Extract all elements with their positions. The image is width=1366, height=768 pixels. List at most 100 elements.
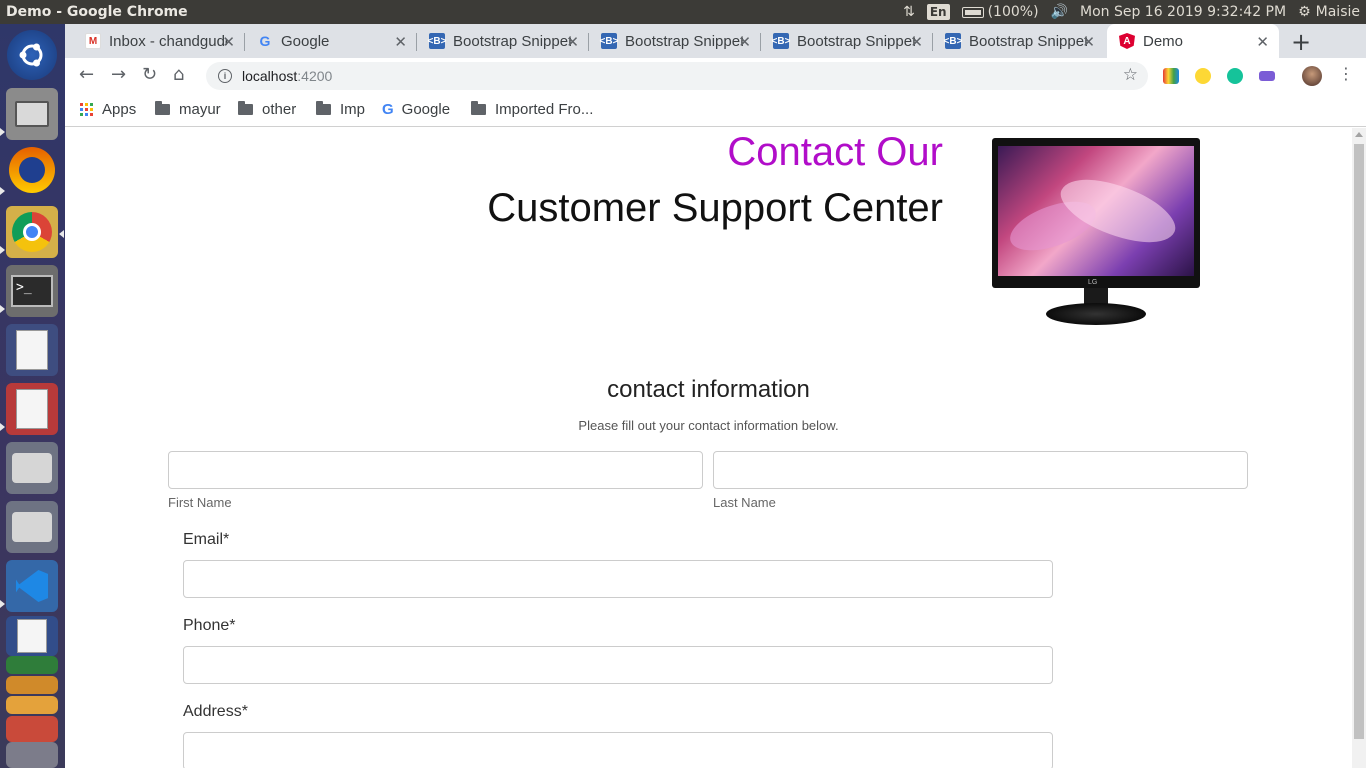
back-button[interactable]: ← [79, 64, 94, 85]
bookmark-apps[interactable]: Apps [80, 101, 136, 118]
keyboard-language-indicator[interactable]: En [926, 4, 950, 20]
bookmark-folder-imported[interactable]: Imported Fro... [471, 101, 593, 118]
folder-icon [155, 101, 170, 115]
bookmark-google[interactable]: G Google [382, 101, 450, 118]
tab-bootstrap-snippets[interactable]: <B> Bootstrap Snippets ✕ [417, 24, 589, 58]
heading-customer-support-center: Customer Support Center [487, 186, 943, 230]
bookmark-label: other [262, 101, 297, 118]
last-name-label: Last Name [713, 495, 776, 510]
bookmark-folder-other[interactable]: other [238, 101, 296, 118]
software-center-icon[interactable] [6, 716, 58, 742]
address-field[interactable] [183, 732, 1053, 768]
close-icon[interactable]: ✕ [222, 33, 235, 51]
reload-button[interactable]: ↻ [142, 64, 157, 85]
bookmark-label: Google [401, 101, 451, 118]
bookmark-label: Imported Fro... [495, 101, 594, 118]
url-host: localhost [242, 68, 298, 84]
window-title: Demo - Google Chrome [6, 4, 188, 20]
section-subtitle: Please fill out your contact information… [578, 418, 839, 433]
heading-contact-our: Contact Our [727, 130, 943, 174]
address-label: Address* [183, 703, 248, 720]
disk-drive-icon[interactable] [6, 501, 58, 553]
volume-icon[interactable]: 🔊 [1051, 4, 1068, 20]
close-icon[interactable]: ✕ [738, 33, 751, 51]
folder-icon [471, 101, 486, 115]
bootstrap-icon: <B> [944, 33, 962, 49]
tab-bootstrap-snippets[interactable]: <B> Bootstrap Snippets ✕ [761, 24, 933, 58]
moon-extension-icon[interactable] [1195, 68, 1211, 84]
page-content: Contact Our Customer Support Center LG c… [65, 128, 1352, 768]
tab-google[interactable]: G Google ✕ [245, 24, 417, 58]
tab-label: Inbox - chandgude [109, 32, 227, 50]
angular-icon: A [1119, 33, 1135, 49]
phone-field[interactable] [183, 646, 1053, 684]
keyboard-extension-icon[interactable] [1259, 71, 1275, 81]
writer-icon[interactable] [6, 616, 58, 656]
last-name-input[interactable] [713, 451, 1248, 489]
terminal-icon[interactable]: >_ [6, 265, 58, 317]
first-name-input[interactable] [168, 451, 703, 489]
bookmark-star-icon[interactable]: ☆ [1123, 65, 1138, 85]
battery-percent: (100%) [987, 4, 1039, 20]
close-icon[interactable]: ✕ [394, 33, 407, 51]
email-label: Email* [183, 531, 230, 548]
scrollbar-thumb[interactable] [1354, 144, 1364, 739]
clock[interactable]: Mon Sep 16 2019 9:32:42 PM [1080, 4, 1286, 20]
avatar[interactable] [1302, 66, 1322, 86]
folder-icon [316, 101, 331, 115]
page-scrollbar[interactable] [1352, 128, 1366, 768]
scroll-up-arrow-icon[interactable] [1355, 132, 1363, 137]
monitor-image: LG [992, 138, 1200, 326]
new-tab-button[interactable]: + [1291, 28, 1311, 56]
close-icon[interactable]: ✕ [1082, 33, 1095, 51]
home-button[interactable]: ⌂ [173, 64, 184, 85]
tab-gmail[interactable]: M Inbox - chandgude ✕ [73, 24, 245, 58]
tab-label: Google [281, 32, 330, 50]
unity-launcher: >_ [0, 24, 65, 768]
bootstrap-icon: <B> [600, 33, 618, 49]
monitor-brand-logo: LG [1088, 279, 1098, 286]
battery-indicator[interactable]: (100%) [961, 4, 1039, 20]
tab-label: Demo [1143, 32, 1184, 50]
tab-bootstrap-snippets[interactable]: <B> Bootstrap Snippets ✕ [589, 24, 761, 58]
calc-icon[interactable] [6, 656, 58, 674]
forward-button[interactable]: → [111, 64, 126, 85]
bookmark-label: Imp [340, 101, 366, 118]
section-title: contact information [607, 376, 810, 403]
address-bar[interactable]: i localhost:4200 ☆ [206, 62, 1148, 90]
bookmark-label: Apps [102, 101, 137, 118]
grammarly-icon[interactable] [1227, 68, 1243, 84]
color-extension-icon[interactable] [1163, 68, 1179, 84]
email-field[interactable] [183, 560, 1053, 598]
trash-icon[interactable] [6, 742, 58, 768]
close-icon[interactable]: ✕ [1256, 33, 1269, 51]
site-info-icon[interactable]: i [218, 69, 232, 83]
tab-bootstrap-snippets[interactable]: <B> Bootstrap Snippets ✕ [933, 24, 1105, 58]
gear-icon: ⚙ [1298, 4, 1311, 20]
system-top-panel: Demo - Google Chrome ⇅ En (100%) 🔊 Mon S… [0, 0, 1366, 24]
first-name-label: First Name [168, 495, 232, 510]
user-menu[interactable]: ⚙ Maisie [1298, 4, 1360, 20]
system-indicators: ⇅ En (100%) 🔊 Mon Sep 16 2019 9:32:42 PM… [903, 0, 1360, 24]
bookmark-folder-imp[interactable]: Imp [316, 101, 365, 118]
network-icon[interactable]: ⇅ [903, 4, 915, 20]
amazon-icon[interactable] [6, 696, 58, 714]
disk-drive-icon[interactable] [6, 442, 58, 494]
chrome-icon[interactable] [6, 206, 58, 258]
impress-icon[interactable] [6, 676, 58, 694]
vscode-icon[interactable] [6, 560, 58, 612]
document-viewer-icon[interactable] [6, 383, 58, 435]
close-icon[interactable]: ✕ [910, 33, 923, 51]
tab-label: Bootstrap Snippets [797, 32, 915, 50]
ubuntu-dash-icon[interactable] [7, 30, 57, 80]
bookmark-folder-mayur[interactable]: mayur [155, 101, 221, 118]
text-editor-icon[interactable] [6, 324, 58, 376]
close-icon[interactable]: ✕ [566, 33, 579, 51]
user-name: Maisie [1315, 4, 1360, 20]
bootstrap-icon: <B> [428, 33, 446, 49]
firefox-icon[interactable] [9, 147, 55, 193]
phone-label: Phone* [183, 617, 236, 634]
chrome-menu-icon[interactable]: ⋮ [1338, 64, 1354, 83]
file-manager-icon[interactable] [6, 88, 58, 140]
tab-demo[interactable]: A Demo ✕ [1107, 24, 1279, 58]
